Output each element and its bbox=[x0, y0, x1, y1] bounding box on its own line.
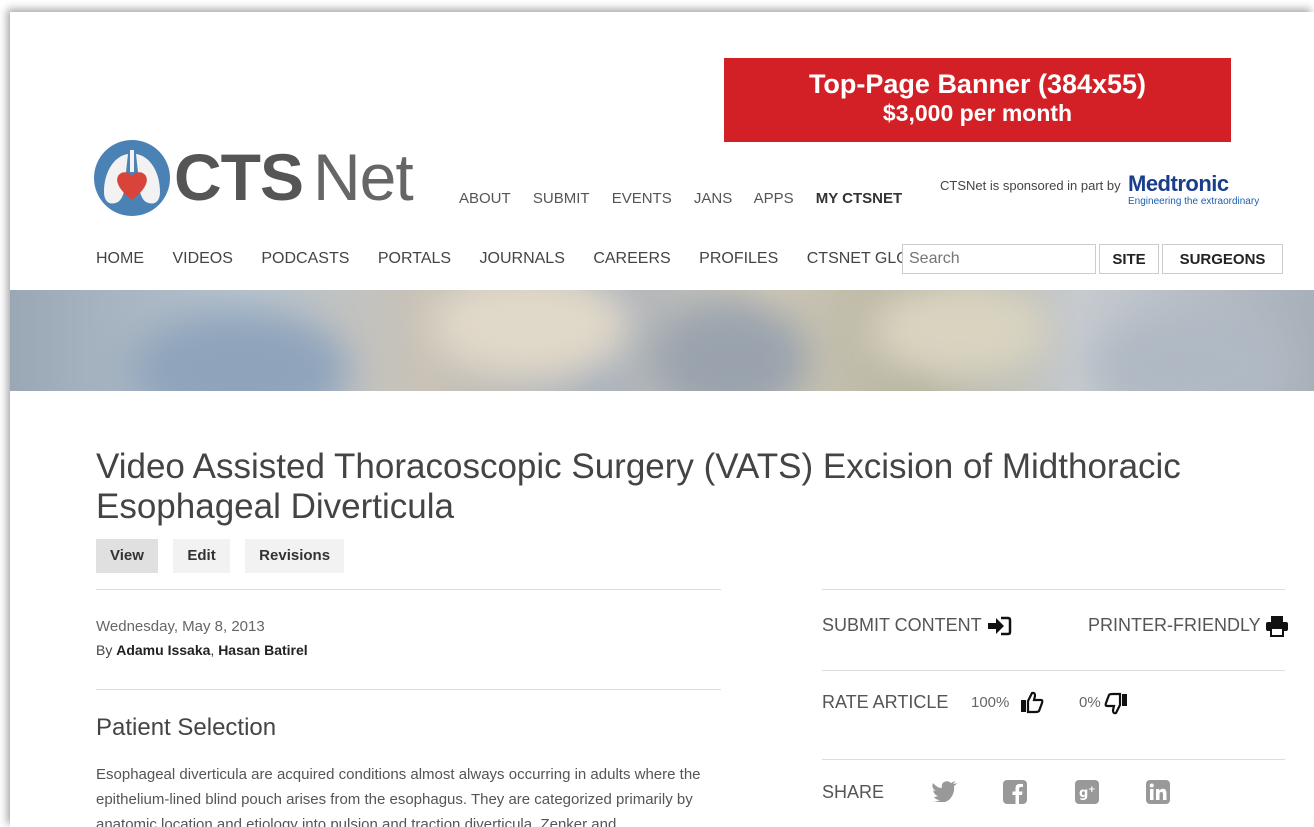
tab-revisions[interactable]: Revisions bbox=[245, 539, 345, 573]
top-nav-events[interactable]: EVENTS bbox=[612, 190, 672, 207]
lungs-heart-icon bbox=[94, 140, 170, 216]
tab-edit[interactable]: Edit bbox=[173, 539, 230, 573]
search-input[interactable] bbox=[902, 244, 1096, 274]
main-nav-podcasts[interactable]: PODCASTS bbox=[261, 250, 349, 267]
main-nav-home[interactable]: HOME bbox=[96, 250, 144, 267]
article-byline: By Adamu Issaka, Hasan Batirel bbox=[96, 642, 308, 658]
article-tabs: View Edit Revisions bbox=[96, 539, 355, 573]
banner-line-1: Top-Page Banner (384x55) bbox=[808, 69, 1147, 99]
hero-banner-image bbox=[10, 290, 1314, 391]
svg-text:g: g bbox=[1079, 786, 1088, 801]
top-page-banner-ad[interactable]: Top-Page Banner (384x55) $3,000 per mont… bbox=[724, 58, 1231, 142]
share-label: SHARE bbox=[822, 782, 885, 802]
banner-line-2: $3,000 per month bbox=[882, 100, 1073, 126]
linkedin-icon[interactable] bbox=[1146, 780, 1170, 804]
top-nav-my-ctsnet[interactable]: MY CTSNET bbox=[816, 190, 902, 207]
main-nav-profiles[interactable]: PROFILES bbox=[699, 250, 778, 267]
tab-view[interactable]: View bbox=[96, 539, 158, 573]
medtronic-tagline: Engineering the extraordinary bbox=[1128, 196, 1260, 207]
section-heading: Patient Selection bbox=[96, 714, 277, 741]
google-plus-icon[interactable]: g + bbox=[1075, 780, 1099, 804]
author-link[interactable]: Hasan Batirel bbox=[218, 642, 307, 658]
thumbs-up-icon[interactable] bbox=[1020, 690, 1044, 714]
search-site-button[interactable]: SITE bbox=[1099, 244, 1159, 274]
printer-friendly-link[interactable]: PRINTER-FRIENDLY bbox=[1088, 615, 1289, 638]
main-nav: HOME VIDEOS PODCASTS PORTALS JOURNALS CA… bbox=[96, 250, 963, 268]
divider bbox=[96, 589, 721, 590]
divider bbox=[96, 689, 721, 690]
top-nav-about[interactable]: ABOUT bbox=[459, 190, 511, 207]
top-nav-jans[interactable]: JANS bbox=[694, 190, 732, 207]
main-nav-journals[interactable]: JOURNALS bbox=[480, 250, 565, 267]
rate-up-percent: 100% bbox=[971, 694, 1010, 711]
sponsor-text: CTSNet is sponsored in part by bbox=[940, 178, 1121, 193]
medtronic-name: Medtronic bbox=[1128, 171, 1229, 196]
sign-in-icon bbox=[988, 617, 1012, 636]
submit-content-label: SUBMIT CONTENT bbox=[822, 615, 982, 635]
logo-net-text: Net bbox=[313, 140, 414, 214]
printer-friendly-label: PRINTER-FRIENDLY bbox=[1088, 615, 1261, 635]
page-frame: Top-Page Banner (384x55) $3,000 per mont… bbox=[10, 12, 1314, 827]
article-body-text: Esophageal diverticula are acquired cond… bbox=[96, 766, 701, 827]
article-date: Wednesday, May 8, 2013 bbox=[96, 618, 265, 635]
rate-article-label: RATE ARTICLE bbox=[822, 692, 949, 712]
ctsnet-logo[interactable]: CTS Net bbox=[92, 136, 414, 220]
divider bbox=[822, 759, 1285, 760]
printer-icon bbox=[1266, 616, 1289, 638]
divider bbox=[822, 589, 1285, 590]
thumbs-down-icon[interactable] bbox=[1104, 692, 1128, 716]
main-nav-careers[interactable]: CAREERS bbox=[593, 250, 670, 267]
top-nav-submit[interactable]: SUBMIT bbox=[533, 190, 590, 207]
divider bbox=[822, 670, 1285, 671]
by-label: By bbox=[96, 642, 113, 658]
submit-content-link[interactable]: SUBMIT CONTENT bbox=[822, 615, 1012, 636]
svg-text:+: + bbox=[1088, 785, 1096, 795]
main-nav-videos[interactable]: VIDEOS bbox=[172, 250, 232, 267]
top-nav-apps[interactable]: APPS bbox=[754, 190, 794, 207]
author-link[interactable]: Adamu Issaka bbox=[116, 642, 210, 658]
rate-down-percent: 0% bbox=[1079, 694, 1101, 711]
page-title: Video Assisted Thoracoscopic Surgery (VA… bbox=[96, 447, 1181, 527]
twitter-icon[interactable] bbox=[932, 780, 958, 802]
search-surgeons-button[interactable]: SURGEONS bbox=[1162, 244, 1283, 274]
logo-cts-text: CTS bbox=[174, 140, 304, 214]
top-nav: ABOUT SUBMIT EVENTS JANS APPS MY CTSNET bbox=[459, 190, 920, 207]
facebook-icon[interactable] bbox=[1003, 780, 1027, 804]
medtronic-logo[interactable]: Medtronic Engineering the extraordinary bbox=[1128, 171, 1260, 208]
main-nav-portals[interactable]: PORTALS bbox=[378, 250, 451, 267]
